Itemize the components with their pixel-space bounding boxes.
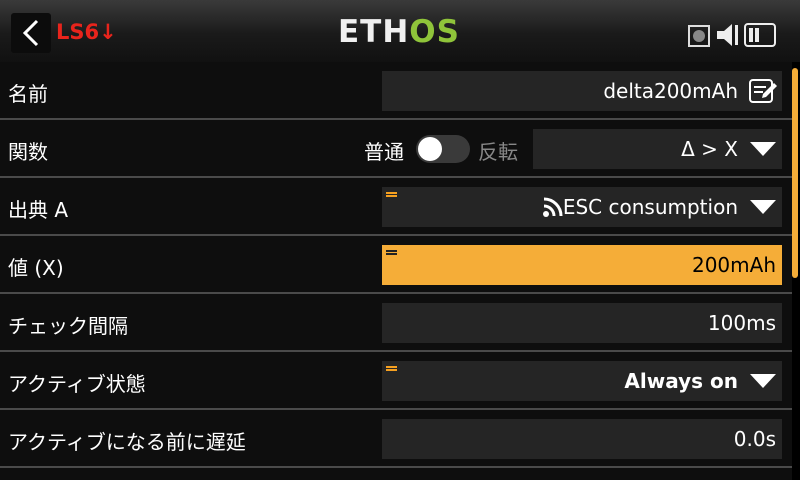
active-condition-dropdown[interactable]: Always on bbox=[382, 361, 782, 401]
row-name: 名前 delta200mAh bbox=[0, 62, 792, 120]
menu-mark-icon bbox=[386, 192, 397, 199]
function-dropdown[interactable]: Δ > X bbox=[533, 129, 782, 169]
toggle-normal-label: 普通 bbox=[364, 140, 404, 164]
logo-part1: ETH bbox=[338, 14, 410, 50]
activation-delay-field[interactable]: 0.0s bbox=[382, 419, 782, 459]
back-chevron-icon bbox=[22, 19, 39, 47]
row-function: 関数 普通 反転 Δ > X bbox=[0, 120, 792, 178]
top-bar: LS6↓ ETHOS bbox=[0, 0, 800, 62]
chevron-down-icon bbox=[750, 142, 776, 156]
row-label: 関数 bbox=[8, 140, 48, 164]
row-label: 値 (X) bbox=[8, 256, 64, 280]
back-button[interactable] bbox=[11, 13, 51, 53]
menu-mark-icon bbox=[386, 250, 397, 257]
chevron-down-icon bbox=[750, 200, 776, 214]
row-label: 出典 A bbox=[8, 198, 69, 222]
edit-icon[interactable] bbox=[748, 77, 778, 105]
speaker-icon bbox=[717, 24, 738, 46]
name-value: delta200mAh bbox=[603, 79, 738, 103]
row-active-condition: アクティブ状態 Always on bbox=[0, 352, 792, 410]
row-label: 名前 bbox=[8, 82, 48, 106]
row-activation-delay: アクティブになる前に遅延 0.0s bbox=[0, 410, 792, 468]
ethos-logo: ETHOS bbox=[338, 14, 460, 50]
row-value-x: 値 (X) 200mAh bbox=[0, 236, 792, 294]
check-interval-value: 100ms bbox=[707, 311, 776, 335]
sd-card-icon bbox=[688, 25, 710, 47]
chevron-down-icon bbox=[750, 374, 776, 388]
value-x-field[interactable]: 200mAh bbox=[382, 245, 782, 285]
name-field[interactable]: delta200mAh bbox=[382, 71, 782, 111]
menu-mark-icon bbox=[386, 366, 397, 373]
invert-toggle[interactable] bbox=[416, 135, 470, 163]
row-label: チェック間隔 bbox=[8, 314, 128, 338]
scrollbar[interactable] bbox=[792, 68, 798, 278]
logo-part2: OS bbox=[409, 14, 460, 50]
battery-icon bbox=[744, 23, 776, 47]
row-label: アクティブになる前に遅延 bbox=[8, 430, 246, 454]
source-a-value: ESC consumption bbox=[562, 195, 738, 219]
row-source-a: 出典 A ESC consumption bbox=[0, 178, 792, 236]
row-partial bbox=[0, 468, 792, 480]
settings-list: 名前 delta200mAh 関数 普通 反転 Δ > X 出典 A ESC c… bbox=[0, 62, 800, 480]
activation-delay-value: 0.0s bbox=[733, 427, 776, 451]
toggle-knob bbox=[418, 137, 442, 161]
function-value: Δ > X bbox=[681, 137, 738, 161]
screen-title: LS6↓ bbox=[56, 20, 117, 44]
row-check-interval: チェック間隔 100ms bbox=[0, 294, 792, 352]
check-interval-field[interactable]: 100ms bbox=[382, 303, 782, 343]
row-label: アクティブ状態 bbox=[8, 372, 146, 396]
value-x-value: 200mAh bbox=[691, 253, 776, 277]
active-condition-value: Always on bbox=[624, 369, 738, 393]
source-a-dropdown[interactable]: ESC consumption bbox=[382, 187, 782, 227]
toggle-invert-label: 反転 bbox=[478, 140, 518, 164]
telemetry-signal-icon bbox=[543, 197, 563, 217]
